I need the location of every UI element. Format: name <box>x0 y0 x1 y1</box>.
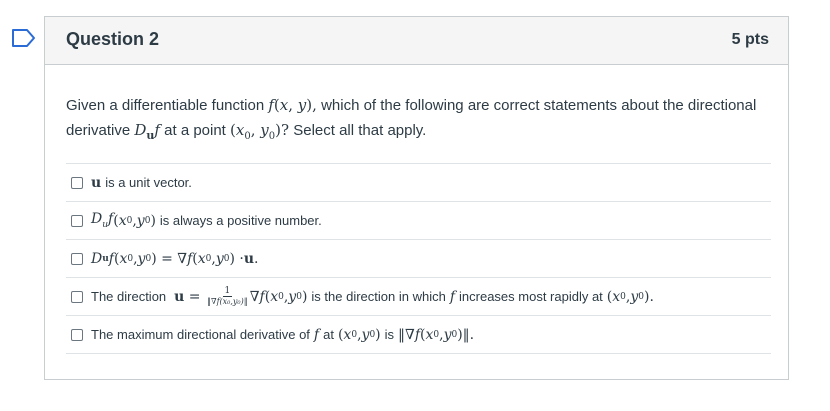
question-text: Given a differentiable function f(x, y),… <box>66 96 757 142</box>
answer-list: u is a unit vector. Duf(x 0, y 0) is alway… <box>66 163 771 354</box>
question-header: Question 2 5 pts <box>45 17 788 65</box>
answer-checkbox[interactable] <box>71 290 83 303</box>
answer-option-2[interactable]: Duf(x 0, y 0) is always a positive number. <box>66 201 771 239</box>
answer-checkbox[interactable] <box>71 252 83 265</box>
question-points: 5 pts <box>731 31 769 48</box>
answer-option-4[interactable]: The direction u = 1 ‖∇f(x₀,y₀)‖ ∇ f(x 0, y0… <box>66 277 771 315</box>
question-title: Question 2 <box>66 29 160 49</box>
answer-option-5[interactable]: The maximum directional derivative of f … <box>66 315 771 354</box>
answer-option-1[interactable]: u is a unit vector. <box>66 163 771 201</box>
flag-outline-icon[interactable] <box>11 28 37 48</box>
answer-checkbox[interactable] <box>71 328 83 341</box>
answer-checkbox[interactable] <box>71 214 83 227</box>
question-card: Question 2 5 pts Given a differentiable … <box>44 16 789 380</box>
answer-checkbox[interactable] <box>71 176 83 189</box>
fraction: 1 ‖∇f(x₀,y₀)‖ <box>206 286 248 306</box>
answer-option-3[interactable]: Du f(x 0, y 0) = ∇ f(x 0, y 0) · u. <box>66 239 771 277</box>
